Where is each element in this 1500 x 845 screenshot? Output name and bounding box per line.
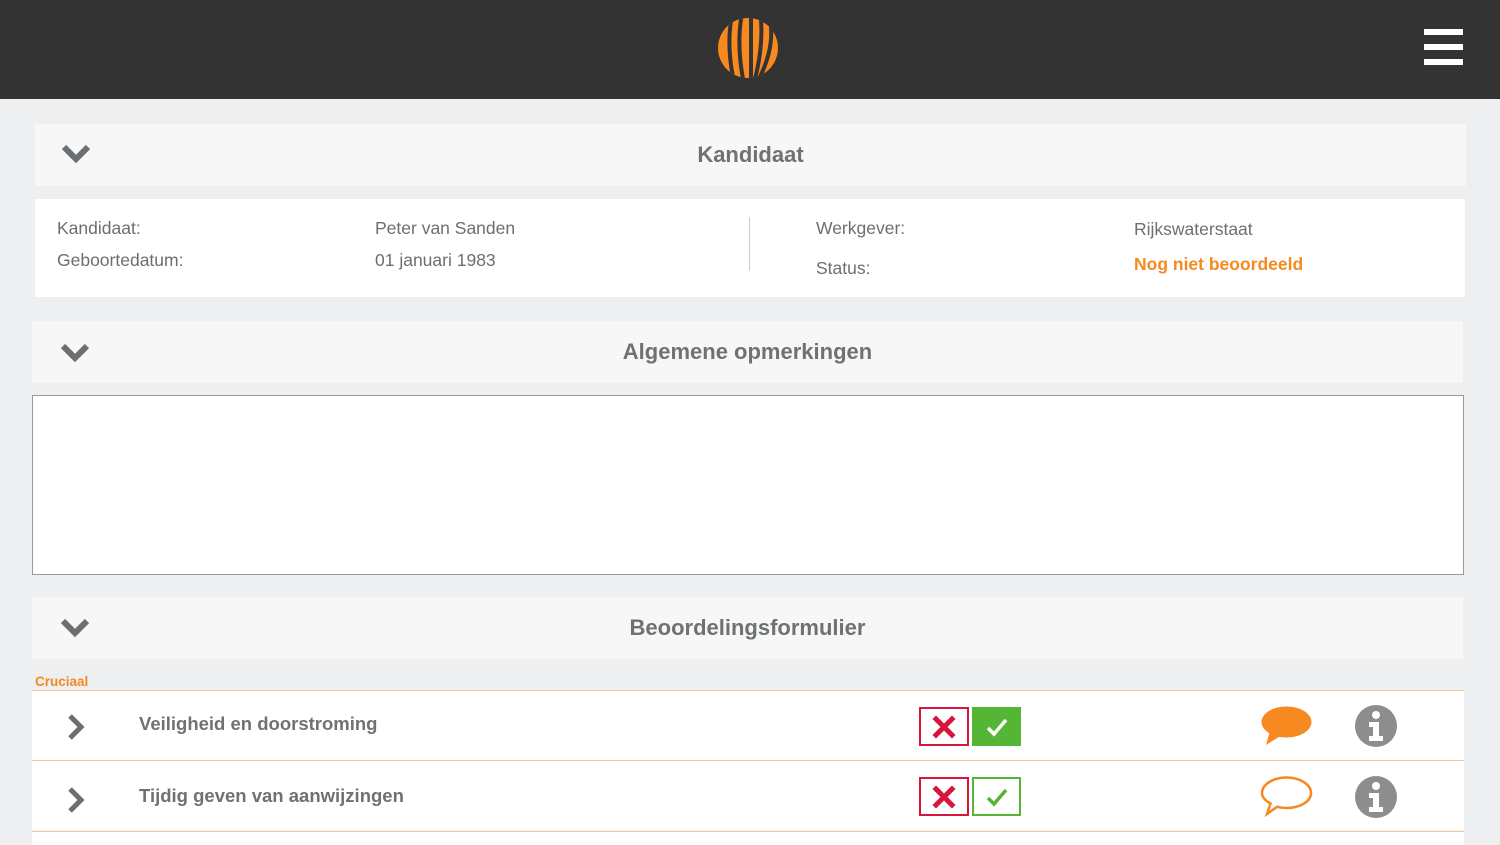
candidate-label: Kandidaat: bbox=[57, 218, 141, 238]
hamburger-icon[interactable] bbox=[1424, 29, 1463, 65]
candidate-info: Kandidaat: Peter van Sanden Geboortedatu… bbox=[35, 199, 1465, 297]
remarks-panel-title: Algemene opmerkingen bbox=[622, 339, 873, 364]
remarks-textarea[interactable] bbox=[32, 395, 1464, 575]
assessment-row: Tijdig geven van aanwijzingen bbox=[32, 760, 1464, 830]
kandidaat-panel-title: Kandidaat bbox=[697, 142, 804, 167]
birthdate-label: Geboortedatum: bbox=[57, 250, 184, 270]
form-panel-header[interactable]: Beoordelingsformulier bbox=[32, 597, 1463, 659]
chevron-right-icon[interactable] bbox=[65, 713, 87, 741]
chevron-right-icon[interactable] bbox=[65, 786, 87, 814]
section-label-cruciaal: Cruciaal bbox=[35, 674, 89, 689]
stripes-circle-logo bbox=[718, 18, 778, 78]
comment-outline-icon[interactable] bbox=[1260, 775, 1313, 817]
assessment-title: Veiligheid en doorstroming bbox=[139, 713, 378, 734]
info-icon[interactable] bbox=[1354, 704, 1398, 748]
fail-button[interactable] bbox=[919, 777, 969, 816]
remarks-panel-header[interactable]: Algemene opmerkingen bbox=[32, 321, 1463, 383]
check-icon bbox=[986, 788, 1008, 807]
info-icon[interactable] bbox=[1354, 775, 1398, 819]
employer-label: Werkgever: bbox=[816, 218, 906, 238]
next-row-edge bbox=[32, 831, 1464, 845]
info-divider bbox=[749, 217, 750, 271]
comment-filled-icon[interactable] bbox=[1260, 705, 1313, 747]
pass-button[interactable] bbox=[972, 707, 1021, 746]
status-label: Status: bbox=[816, 258, 871, 278]
birthdate-value: 01 januari 1983 bbox=[375, 250, 496, 270]
status-badge: Nog niet beoordeeld bbox=[1134, 254, 1304, 274]
assessment-title: Tijdig geven van aanwijzingen bbox=[139, 785, 404, 806]
top-bar bbox=[0, 0, 1500, 99]
x-icon bbox=[932, 715, 956, 739]
employer-value: Rijkswaterstaat bbox=[1134, 219, 1253, 239]
x-icon bbox=[932, 785, 956, 809]
fail-button[interactable] bbox=[919, 707, 969, 746]
check-icon bbox=[986, 718, 1008, 737]
assessment-row: Veiligheid en doorstroming bbox=[32, 690, 1464, 760]
pass-button[interactable] bbox=[972, 777, 1021, 816]
kandidaat-panel-header[interactable]: Kandidaat bbox=[35, 124, 1466, 186]
candidate-value: Peter van Sanden bbox=[375, 218, 516, 238]
form-panel-title: Beoordelingsformulier bbox=[629, 615, 866, 640]
